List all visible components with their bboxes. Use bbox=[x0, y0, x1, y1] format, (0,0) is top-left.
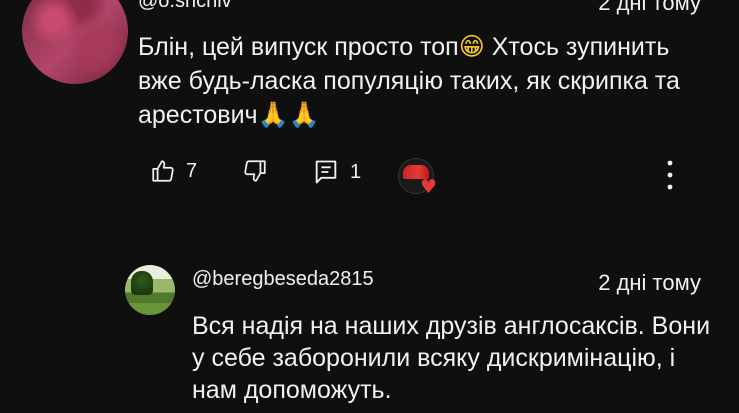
grinning-emoji-icon: 😁 bbox=[458, 32, 485, 61]
thumbs-down-icon bbox=[242, 158, 268, 184]
like-count: 7 bbox=[186, 159, 198, 182]
thumbs-up-icon bbox=[150, 158, 176, 184]
comment-actions-toolbar: 7 1 ♥ bbox=[150, 158, 710, 197]
comment-text: Блін, цей випуск просто топ😁 Хтось зупин… bbox=[138, 30, 708, 132]
creator-heart-icon: ♥ bbox=[420, 176, 438, 198]
creator-heart: ♥ bbox=[398, 158, 440, 200]
comment-text-part-1: Блін, цей випуск просто топ bbox=[138, 33, 459, 61]
reply-button[interactable]: 1 bbox=[312, 158, 361, 186]
comment-timestamp[interactable]: 2 дні тому bbox=[598, 0, 701, 16]
more-options-button[interactable] bbox=[660, 158, 680, 192]
reply-count: 1 bbox=[350, 160, 362, 183]
reply-author[interactable]: @beregbeseda2815 bbox=[192, 268, 374, 291]
reply-timestamp[interactable]: 2 дні тому bbox=[598, 270, 701, 296]
dislike-button[interactable] bbox=[242, 158, 268, 184]
comments-section: @o.shchiv 2 дні тому Блін, цей випуск пр… bbox=[0, 0, 739, 413]
like-button[interactable]: 7 bbox=[150, 158, 197, 184]
reply-text: Вся надія на наших друзів англосаксів. В… bbox=[192, 312, 711, 404]
praying-hands-emoji-icon: 🙏🙏 bbox=[257, 100, 320, 129]
more-vertical-icon bbox=[660, 160, 680, 196]
reply-avatar[interactable] bbox=[125, 265, 175, 315]
comment-author[interactable]: @o.shchiv bbox=[138, 0, 232, 13]
avatar[interactable] bbox=[22, 0, 128, 84]
reply-comment-icon bbox=[312, 158, 340, 186]
